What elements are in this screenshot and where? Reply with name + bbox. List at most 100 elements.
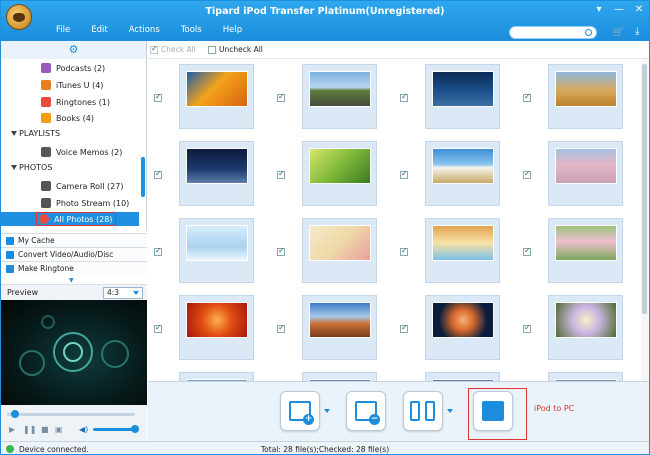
photo-item[interactable] [517, 136, 640, 213]
photo-checkbox[interactable] [154, 323, 162, 333]
chevron-down-icon[interactable] [447, 409, 453, 413]
tool-my-cache[interactable]: My Cache [1, 233, 147, 247]
download-icon[interactable]: ⤓ [635, 26, 639, 37]
close-icon[interactable]: ✕ [633, 4, 645, 15]
photo-thumbnail[interactable] [302, 141, 377, 206]
photo-thumbnail[interactable] [548, 64, 623, 129]
search-input[interactable] [509, 26, 597, 39]
volume-icon[interactable]: ◀) [79, 425, 88, 434]
photo-item[interactable] [394, 290, 517, 367]
photo-item[interactable] [271, 290, 394, 367]
photo-thumbnail[interactable] [179, 64, 254, 129]
check-all-checkbox[interactable] [150, 44, 158, 54]
chevron-down-icon[interactable] [324, 409, 330, 413]
seek-handle[interactable] [11, 410, 19, 418]
photo-thumbnail[interactable] [425, 64, 500, 129]
seek-bar[interactable] [7, 410, 135, 418]
ipod-to-ipod-button[interactable] [403, 391, 443, 431]
tool-convert-video[interactable]: Convert Video/Audio/Disc [1, 247, 147, 261]
uncheck-all-option[interactable]: Uncheck All [208, 45, 263, 54]
photo-checkbox[interactable] [400, 323, 408, 333]
play-icon[interactable]: ▶ [9, 425, 15, 434]
collapse-arrow-icon[interactable] [11, 165, 17, 170]
menu-file[interactable]: File [56, 25, 70, 35]
photo-checkbox[interactable] [277, 323, 285, 333]
photo-item[interactable] [271, 136, 394, 213]
photo-thumbnail[interactable] [302, 295, 377, 360]
sidebar-item-voice-memos[interactable]: Voice Memos (2) [41, 145, 122, 159]
photo-checkbox[interactable] [523, 246, 531, 256]
photo-checkbox[interactable] [400, 246, 408, 256]
sidebar-item-books[interactable]: Books (4) [41, 111, 94, 125]
photo-item[interactable] [394, 59, 517, 136]
menu-tools[interactable]: Tools [181, 25, 202, 35]
sidebar-item-camera-roll[interactable]: Camera Roll (27) [41, 179, 123, 193]
photo-checkbox[interactable] [277, 92, 285, 102]
expand-arrow-icon[interactable]: ▼ [69, 277, 79, 284]
photo-thumbnail[interactable] [179, 218, 254, 283]
photo-thumbnail[interactable] [548, 372, 623, 381]
collapse-arrow-icon[interactable] [11, 131, 17, 136]
grid-scrollbar[interactable] [641, 59, 649, 381]
photo-item[interactable] [517, 213, 640, 290]
stop-icon[interactable]: ■ [41, 425, 49, 434]
photo-item[interactable] [148, 136, 271, 213]
photo-item[interactable] [148, 367, 271, 381]
photo-thumbnail[interactable] [179, 372, 254, 381]
menu-help[interactable]: Help [223, 25, 242, 35]
photo-thumbnail[interactable] [302, 372, 377, 381]
screenshot-icon[interactable]: ▣ [55, 425, 63, 434]
sidebar-item-photo-stream[interactable]: Photo Stream (10) [41, 196, 129, 210]
sidebar-item-itunes-u[interactable]: iTunes U (4) [41, 78, 103, 92]
tool-make-ringtone[interactable]: Make Ringtone [1, 261, 147, 275]
photo-item[interactable] [394, 136, 517, 213]
volume-handle[interactable] [131, 425, 139, 433]
minimize-icon[interactable]: — [613, 4, 625, 15]
photo-thumbnail[interactable] [425, 295, 500, 360]
sidebar-scrollbar[interactable] [141, 157, 145, 197]
photo-checkbox[interactable] [523, 92, 531, 102]
gear-icon[interactable]: ⚙ [1, 41, 146, 59]
photo-thumbnail[interactable] [548, 141, 623, 206]
aspect-ratio-select[interactable]: 4:3 [103, 287, 143, 299]
dropdown-menu-icon[interactable]: ▾ [593, 4, 605, 15]
delete-media-button[interactable]: − [346, 391, 386, 431]
photo-thumbnail[interactable] [179, 295, 254, 360]
photo-thumbnail[interactable] [425, 372, 500, 381]
photo-checkbox[interactable] [523, 169, 531, 179]
photo-item[interactable] [394, 367, 517, 381]
photo-thumbnail[interactable] [425, 218, 500, 283]
photo-item[interactable] [148, 59, 271, 136]
photo-item[interactable] [148, 290, 271, 367]
photo-item[interactable] [394, 213, 517, 290]
photo-thumbnail[interactable] [425, 141, 500, 206]
photo-checkbox[interactable] [400, 92, 408, 102]
search-icon[interactable] [585, 29, 592, 36]
menu-edit[interactable]: Edit [91, 25, 107, 35]
photo-checkbox[interactable] [154, 92, 162, 102]
photo-thumbnail[interactable] [302, 64, 377, 129]
sidebar-item-all-photos[interactable]: All Photos (28) [1, 212, 139, 226]
photo-checkbox[interactable] [154, 246, 162, 256]
photo-thumbnail[interactable] [548, 218, 623, 283]
grid-scroll-thumb[interactable] [642, 64, 647, 314]
photo-item[interactable] [517, 290, 640, 367]
photo-item[interactable] [148, 213, 271, 290]
sidebar-item-podcasts[interactable]: Podcasts (2) [41, 61, 105, 75]
photo-checkbox[interactable] [400, 169, 408, 179]
photo-checkbox[interactable] [154, 169, 162, 179]
menu-actions[interactable]: Actions [129, 25, 160, 35]
photo-item[interactable] [271, 367, 394, 381]
photo-checkbox[interactable] [277, 246, 285, 256]
photo-item[interactable] [271, 213, 394, 290]
photo-item[interactable] [517, 59, 640, 136]
photo-checkbox[interactable] [523, 323, 531, 333]
photo-thumbnail[interactable] [548, 295, 623, 360]
uncheck-all-checkbox[interactable] [208, 45, 216, 54]
add-media-button[interactable]: + [280, 391, 320, 431]
check-all-option[interactable]: Check All [150, 44, 196, 54]
cart-icon[interactable]: 🛒 [612, 27, 624, 38]
photos-group[interactable]: PHOTOS [11, 163, 52, 172]
volume-slider[interactable] [93, 425, 139, 433]
playlists-group[interactable]: PLAYLISTS [11, 129, 60, 138]
